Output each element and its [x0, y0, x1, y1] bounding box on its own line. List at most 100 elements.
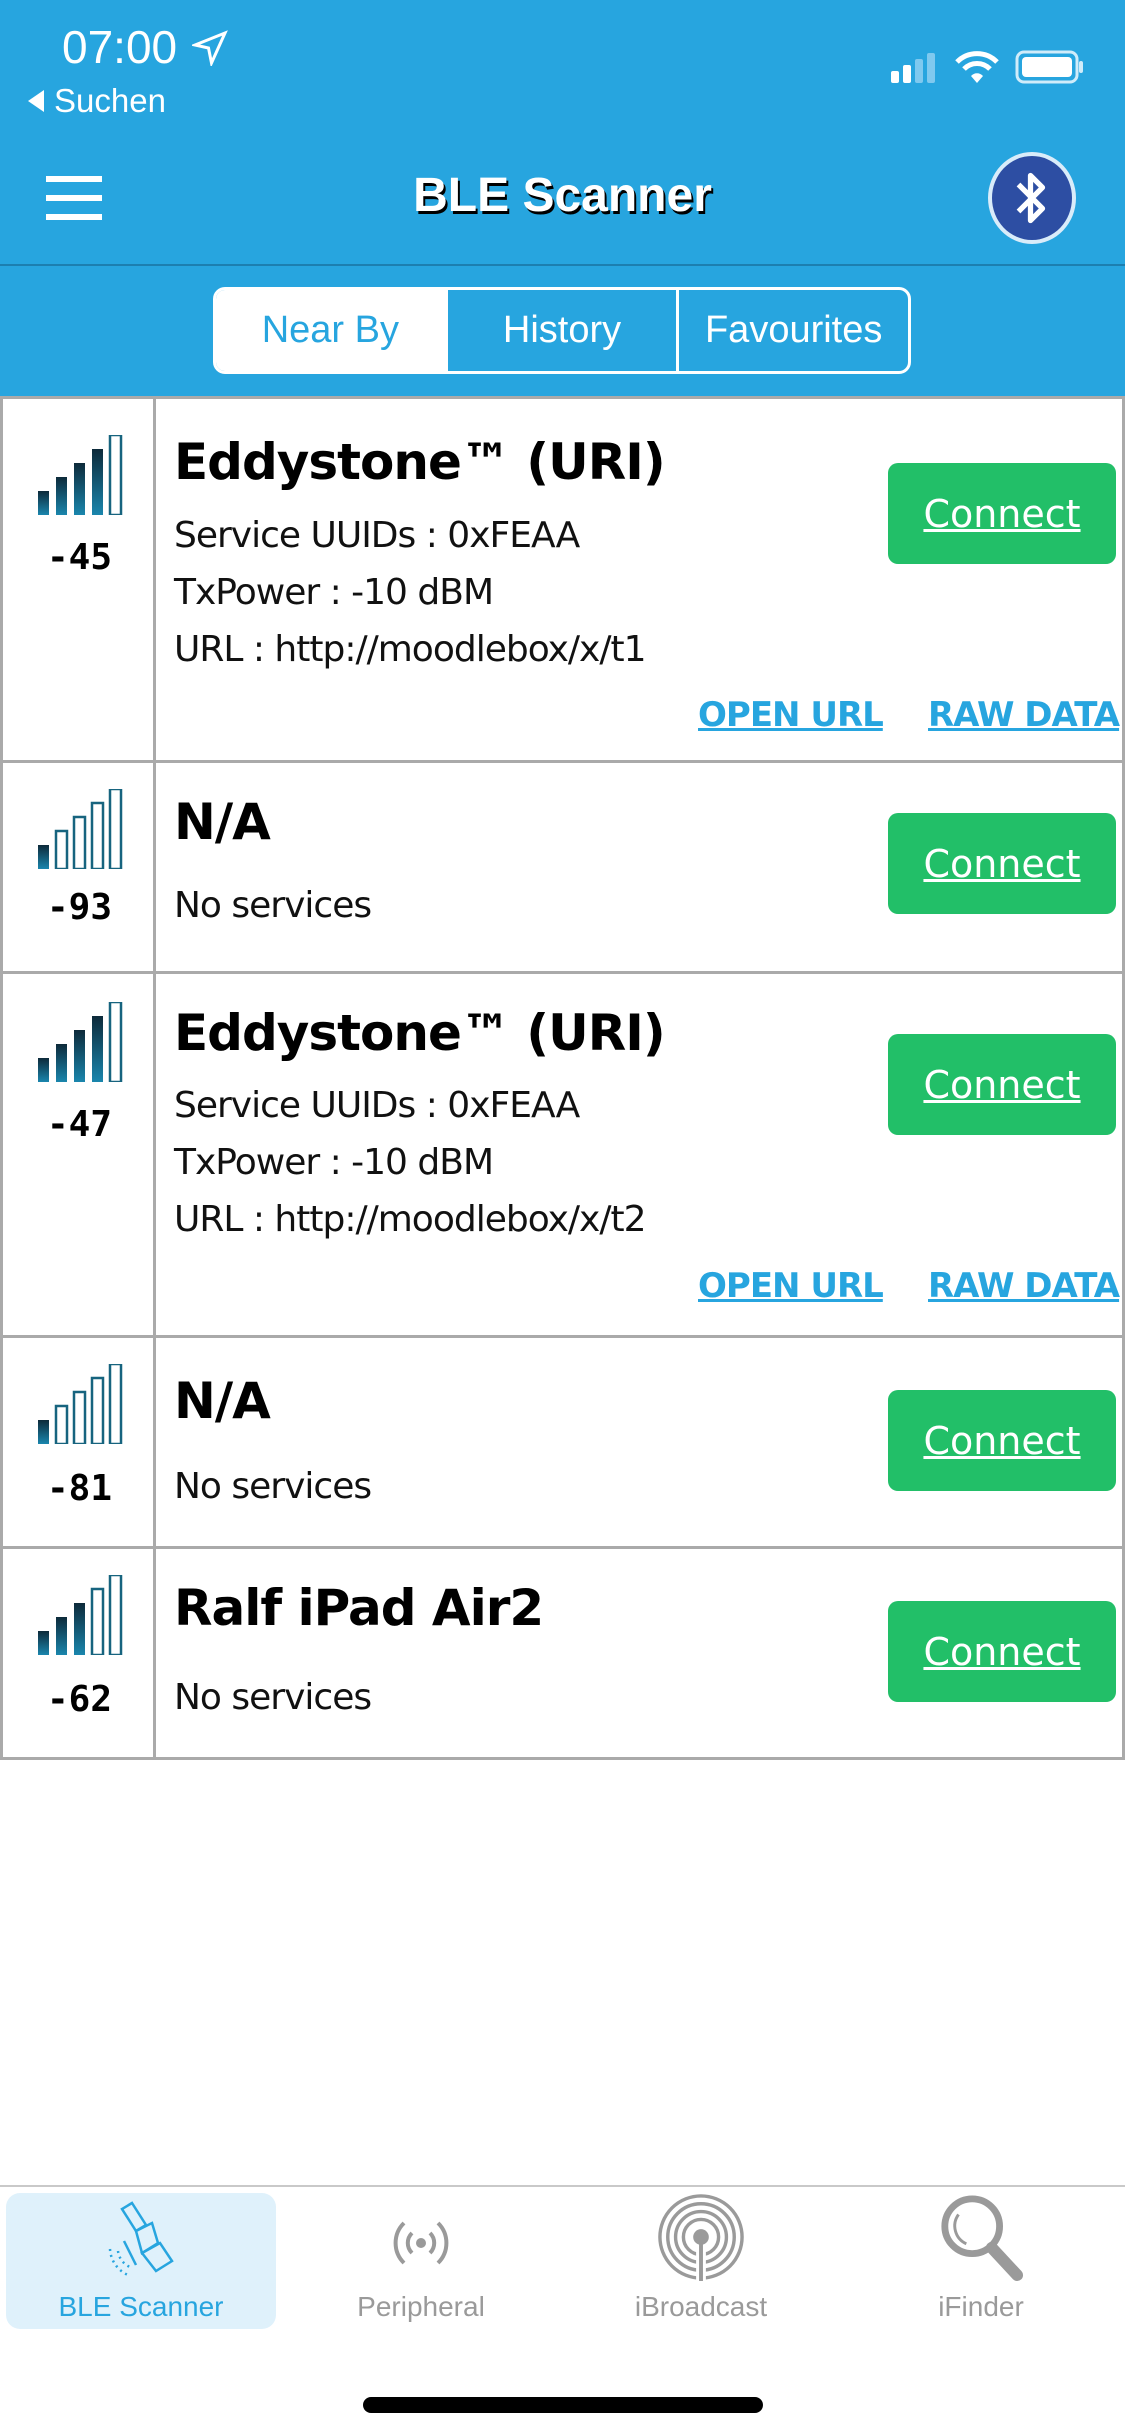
- tab-bar-divider: [0, 2185, 1125, 2187]
- segment-near-by[interactable]: Near By: [216, 290, 445, 371]
- device-row[interactable]: -81 N/A No services Connect: [0, 1338, 1125, 1549]
- signal-bar: [38, 1631, 49, 1655]
- device-info: Ralf iPad Air2 No services Connect: [156, 1549, 1122, 1757]
- connect-button[interactable]: Connect: [888, 813, 1116, 914]
- signal-bar: [38, 491, 49, 515]
- connect-button[interactable]: Connect: [888, 1034, 1116, 1135]
- service-uuids: Service UUIDs : 0xFEAA: [174, 515, 580, 556]
- back-triangle-icon: [28, 90, 44, 112]
- signal-bar: [38, 845, 49, 869]
- signal-bar: [56, 1617, 67, 1655]
- device-url: URL : http://moodlebox/x/t2: [174, 1199, 646, 1240]
- open-url-link[interactable]: OPEN URL: [698, 695, 884, 735]
- device-name: N/A: [174, 793, 271, 851]
- signal-bar: [72, 815, 87, 869]
- tab-label: iBroadcast: [634, 2291, 768, 2322]
- device-name: Eddystone™ (URI): [174, 1004, 666, 1062]
- signal-bar: [108, 435, 123, 515]
- tx-power: TxPower : -10 dBM: [174, 1142, 494, 1183]
- signal-bar: [90, 1587, 105, 1655]
- status-indicators: [891, 50, 1085, 84]
- service-uuids: Service UUIDs : 0xFEAA: [174, 1085, 580, 1126]
- device-info: Eddystone™ (URI) Service UUIDs : 0xFEAA …: [156, 399, 1122, 760]
- rssi-column: -47: [3, 974, 156, 1335]
- device-info: Eddystone™ (URI) Service UUIDs : 0xFEAA …: [156, 974, 1122, 1335]
- back-label: Suchen: [54, 82, 166, 119]
- home-indicator[interactable]: [363, 2397, 763, 2413]
- tab-ble-scanner[interactable]: BLE Scanner: [6, 2193, 276, 2329]
- back-to-app-link[interactable]: Suchen: [28, 82, 166, 120]
- device-info: N/A No services Connect: [156, 1338, 1122, 1546]
- signal-bar: [108, 1364, 123, 1444]
- signal-bar: [74, 1603, 85, 1655]
- signal-bar: [90, 1376, 105, 1444]
- concentric-rings-icon: [658, 2194, 744, 2281]
- tab-ibroadcast[interactable]: iBroadcast: [566, 2193, 836, 2329]
- location-arrow-icon: [192, 30, 228, 66]
- connect-button[interactable]: Connect: [888, 1390, 1116, 1491]
- rssi-value: -62: [46, 1679, 113, 1720]
- tx-power: TxPower : -10 dBM: [174, 572, 494, 613]
- signal-strength-icon: [38, 1575, 123, 1655]
- signal-bar: [108, 1575, 123, 1655]
- broadcast-waves-icon: [393, 2221, 449, 2265]
- signal-strength-icon: [38, 1364, 123, 1444]
- signal-bar: [74, 1030, 85, 1082]
- tab-label: BLE Scanner: [58, 2291, 224, 2322]
- device-row[interactable]: -45 Eddystone™ (URI) Service UUIDs : 0xF…: [0, 396, 1125, 763]
- open-url-link[interactable]: OPEN URL: [698, 1266, 884, 1306]
- signal-strength-icon: [38, 789, 123, 869]
- rssi-value: -45: [46, 537, 113, 578]
- device-name: N/A: [174, 1372, 271, 1430]
- signal-bar: [56, 1044, 67, 1082]
- segment-favourites[interactable]: Favourites: [676, 290, 908, 371]
- services-text: No services: [174, 1466, 372, 1507]
- page-title: BLE Scanner: [413, 169, 712, 222]
- bluetooth-icon: [1016, 172, 1046, 224]
- magnifier-icon: [941, 2195, 1024, 2281]
- raw-data-link[interactable]: RAW DATA: [928, 1266, 1120, 1306]
- signal-bar: [74, 463, 85, 515]
- signal-bar: [54, 1404, 69, 1444]
- raw-data-link[interactable]: RAW DATA: [928, 695, 1120, 735]
- wifi-icon: [955, 51, 999, 83]
- signal-bar: [92, 449, 103, 515]
- rssi-value: -81: [46, 1468, 113, 1509]
- status-time: 07:00: [62, 21, 178, 73]
- battery-icon: [1015, 50, 1083, 84]
- tab-ifinder[interactable]: iFinder: [846, 2193, 1116, 2329]
- device-row[interactable]: -47 Eddystone™ (URI) Service UUIDs : 0xF…: [0, 974, 1125, 1338]
- app-header: 07:00 Suchen BLE Scanner Near By History…: [0, 0, 1125, 396]
- signal-bar: [56, 477, 67, 515]
- signal-strength-icon: [38, 435, 123, 515]
- header-divider: [0, 264, 1125, 266]
- signal-bar: [38, 1058, 49, 1082]
- signal-bar: [90, 801, 105, 869]
- device-info: N/A No services Connect: [156, 763, 1122, 971]
- segment-history[interactable]: History: [444, 290, 677, 371]
- rssi-value: -93: [46, 887, 113, 928]
- signal-bar: [38, 1420, 49, 1444]
- rssi-column: -93: [3, 763, 156, 971]
- signal-strength-icon: [38, 1002, 123, 1082]
- services-text: No services: [174, 1677, 372, 1718]
- scan-mode-segmented-control: Near By History Favourites: [213, 287, 911, 374]
- bluetooth-button[interactable]: [988, 152, 1076, 244]
- signal-bar: [108, 1002, 123, 1082]
- connect-button[interactable]: Connect: [888, 1601, 1116, 1702]
- tab-peripheral[interactable]: Peripheral: [286, 2193, 556, 2329]
- signal-bar: [54, 829, 69, 869]
- tab-label: iFinder: [938, 2291, 1024, 2322]
- device-name: Eddystone™ (URI): [174, 433, 666, 491]
- device-list: -45 Eddystone™ (URI) Service UUIDs : 0xF…: [0, 396, 1125, 1760]
- connect-button[interactable]: Connect: [888, 463, 1116, 564]
- rssi-column: -81: [3, 1338, 156, 1546]
- rssi-column: -45: [3, 399, 156, 760]
- signal-bar: [108, 789, 123, 869]
- cellular-signal-icon: [891, 53, 935, 83]
- rssi-value: -47: [46, 1104, 113, 1145]
- signal-bar: [92, 1016, 103, 1082]
- device-row[interactable]: -93 N/A No services Connect: [0, 763, 1125, 974]
- device-row[interactable]: -62 Ralf iPad Air2 No services Connect: [0, 1549, 1125, 1760]
- device-url: URL : http://moodlebox/x/t1: [174, 629, 646, 670]
